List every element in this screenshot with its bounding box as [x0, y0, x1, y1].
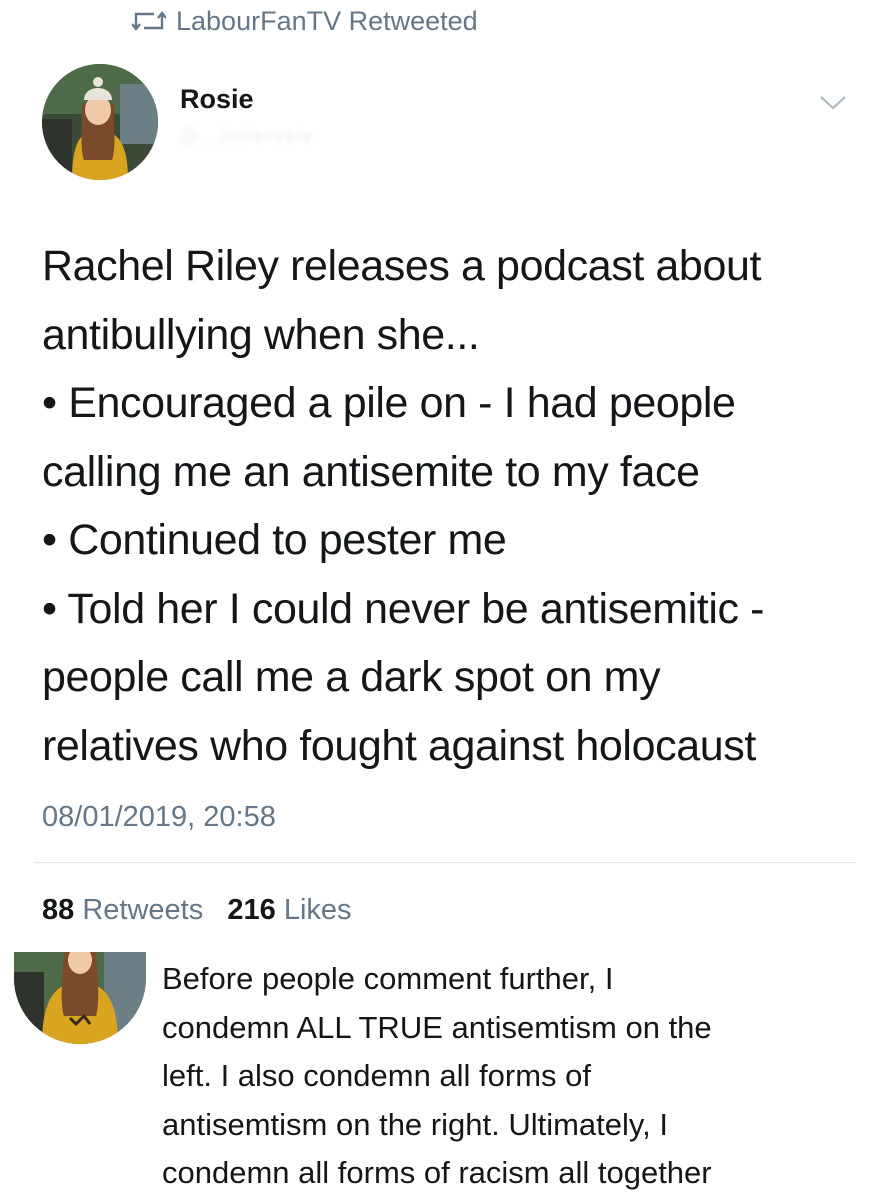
retweet-banner-label: LabourFanTV Retweeted — [176, 5, 478, 36]
author-name[interactable]: Rosie — [180, 84, 254, 115]
tweet-text: Rachel Riley releases a podcast about an… — [42, 232, 872, 780]
divider — [34, 862, 856, 863]
reply-line: condemn ALL TRUE antisemtism on the — [162, 1009, 712, 1045]
tweet-timestamp[interactable]: 08/01/2019, 20:58 — [42, 801, 276, 834]
retweets-count: 88 — [42, 894, 75, 926]
likes-label: Likes — [283, 894, 352, 926]
retweet-icon — [132, 11, 166, 31]
reply-text: Before people comment further, I condemn… — [162, 955, 882, 1198]
tweet-line: people call me a dark spot on my — [42, 653, 661, 701]
chevron-down-icon[interactable] — [818, 92, 848, 112]
retweets-stat[interactable]: 88 Retweets — [42, 894, 203, 926]
reply-line: condemn all forms of racism all together — [162, 1155, 712, 1190]
likes-stat[interactable]: 216 Likes — [227, 894, 351, 926]
reply-line: antisemtism on the right. Ultimately, I — [162, 1106, 668, 1142]
tweet-line: Rachel Riley releases a podcast about — [42, 242, 762, 290]
tweet-line: relatives who fought against holocaust — [42, 721, 756, 770]
reply-line: left. I also condemn all forms of — [162, 1058, 592, 1093]
likes-count: 216 — [227, 894, 276, 926]
tweet-line: calling me an antisemite to my face — [42, 447, 700, 496]
reply-avatar[interactable] — [14, 952, 146, 1044]
author-handle[interactable]: @...littlerosie — [180, 126, 314, 147]
reply-line: Before people comment further, I — [162, 961, 614, 996]
tweet-stats: 88 Retweets 216 Likes — [42, 894, 352, 927]
tweet-line: antibullying when she... — [42, 310, 480, 359]
tweet-line: • Continued to pester me — [42, 516, 507, 564]
tweet-line: • Told her I could never be antisemitic … — [42, 584, 765, 633]
tweet-line: • Encouraged a pile on - I had people — [42, 379, 736, 427]
retweet-banner[interactable]: LabourFanTV Retweeted — [132, 4, 478, 38]
retweets-label: Retweets — [82, 894, 204, 926]
avatar[interactable] — [42, 64, 158, 180]
